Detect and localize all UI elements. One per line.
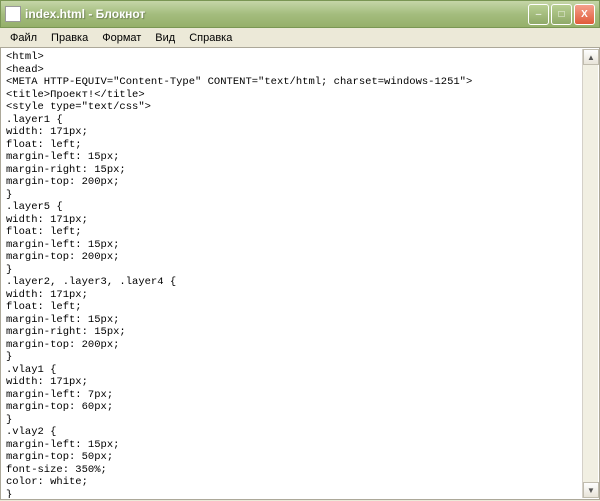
menubar: Файл Правка Формат Вид Справка (0, 28, 600, 48)
maximize-button[interactable]: □ (551, 4, 572, 25)
window-controls: – □ X (528, 4, 595, 25)
window-title: index.html - Блокнот (25, 7, 528, 21)
titlebar: index.html - Блокнот – □ X (0, 0, 600, 28)
menu-help[interactable]: Справка (183, 30, 238, 46)
scroll-down-button[interactable]: ▼ (583, 482, 599, 498)
menu-file[interactable]: Файл (4, 30, 43, 46)
text-area[interactable]: <html> <head> <META HTTP-EQUIV="Content-… (2, 49, 581, 498)
minimize-button[interactable]: – (528, 4, 549, 25)
menu-view[interactable]: Вид (149, 30, 181, 46)
close-button[interactable]: X (574, 4, 595, 25)
app-icon (5, 6, 21, 22)
menu-edit[interactable]: Правка (45, 30, 94, 46)
menu-format[interactable]: Формат (96, 30, 147, 46)
scroll-up-button[interactable]: ▲ (583, 49, 599, 65)
vertical-scrollbar[interactable]: ▲ ▼ (582, 49, 598, 498)
editor-container: <html> <head> <META HTTP-EQUIV="Content-… (0, 48, 600, 500)
document-text: <html> <head> <META HTTP-EQUIV="Content-… (6, 51, 581, 498)
